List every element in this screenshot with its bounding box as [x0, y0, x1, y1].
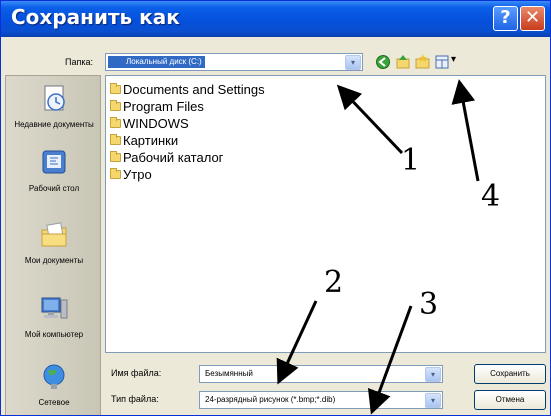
places-bar: Недавние документы Рабочий стол Мои доку… [5, 75, 102, 415]
place-network[interactable]: Сетевое [6, 362, 102, 408]
help-icon: ? [500, 7, 511, 28]
close-icon: ✕ [524, 7, 541, 28]
save-as-dialog: Сохранить как ? ✕ Папка: Локальный диск … [0, 0, 551, 416]
filetype-select[interactable]: 24-разрядный рисунок (*.bmp;*.dib) ▾ [199, 391, 443, 409]
filename-label: Имя файла: [111, 368, 162, 378]
folder-icon [110, 168, 121, 179]
list-item[interactable]: Program Files [110, 98, 204, 115]
folder-label: Папка: [65, 57, 93, 67]
views-menu-icon[interactable] [435, 55, 449, 69]
network-icon [43, 364, 65, 389]
list-item[interactable]: Рабочий каталог [110, 149, 223, 166]
filetype-value: 24-разрядный рисунок (*.bmp;*.dib) [205, 395, 336, 404]
folder-value: Локальный диск (C:) [108, 56, 205, 68]
save-button[interactable]: Сохранить [474, 364, 546, 384]
my-computer-icon [41, 297, 68, 319]
folder-icon [110, 100, 121, 111]
place-label: Мой компьютер [24, 330, 84, 339]
place-label: Мои документы [24, 256, 84, 265]
folder-combo[interactable]: Локальный диск (C:) ▾ [105, 53, 363, 71]
chevron-down-icon[interactable]: ▾ [425, 367, 441, 382]
filename-field[interactable]: Безымянный ▾ [199, 365, 443, 383]
list-item[interactable]: WINDOWS [110, 115, 189, 132]
folder-icon [110, 117, 121, 128]
folder-icon [110, 134, 121, 145]
list-item[interactable]: Documents and Settings [110, 81, 265, 98]
place-my-computer[interactable]: Мой компьютер [6, 294, 102, 340]
close-button[interactable]: ✕ [520, 6, 545, 31]
title-bar[interactable]: Сохранить как ? ✕ [1, 1, 550, 37]
my-documents-icon [41, 222, 67, 247]
back-arrow-icon[interactable] [376, 55, 390, 69]
place-recent-documents[interactable]: Недавние документы [6, 84, 102, 130]
nav-toolbar [376, 54, 449, 69]
chevron-down-icon[interactable]: ▾ [425, 393, 441, 408]
filetype-label: Тип файла: [111, 394, 159, 404]
new-folder-icon[interactable] [415, 54, 430, 69]
place-desktop[interactable]: Рабочий стол [6, 148, 102, 194]
dialog-title: Сохранить как [11, 5, 180, 29]
list-item[interactable]: Утро [110, 166, 152, 183]
annotation-label-4: 4 [481, 179, 501, 214]
place-my-documents[interactable]: Мои документы [6, 220, 102, 266]
chevron-down-icon[interactable]: ▾ [345, 55, 361, 70]
recent-documents-icon [44, 85, 65, 111]
file-list[interactable]: Documents and Settings Program Files WIN… [105, 75, 546, 353]
annotation-label-1: 1 [401, 143, 421, 178]
annotation-label-3: 3 [419, 287, 439, 322]
views-dropdown-icon[interactable]: ▾ [451, 54, 456, 65]
place-label: Недавние документы [14, 120, 94, 129]
place-label: Рабочий стол [28, 184, 80, 193]
desktop-icon [42, 150, 66, 174]
annotation-label-2: 2 [324, 265, 344, 300]
up-folder-icon[interactable] [396, 55, 410, 69]
filename-value: Безымянный [205, 369, 253, 378]
folder-icon [110, 83, 121, 94]
folder-icon [110, 151, 121, 162]
help-button[interactable]: ? [493, 6, 518, 31]
place-label: Сетевое [38, 398, 70, 407]
list-item[interactable]: Картинки [110, 132, 178, 149]
cancel-button[interactable]: Отмена [474, 390, 546, 410]
